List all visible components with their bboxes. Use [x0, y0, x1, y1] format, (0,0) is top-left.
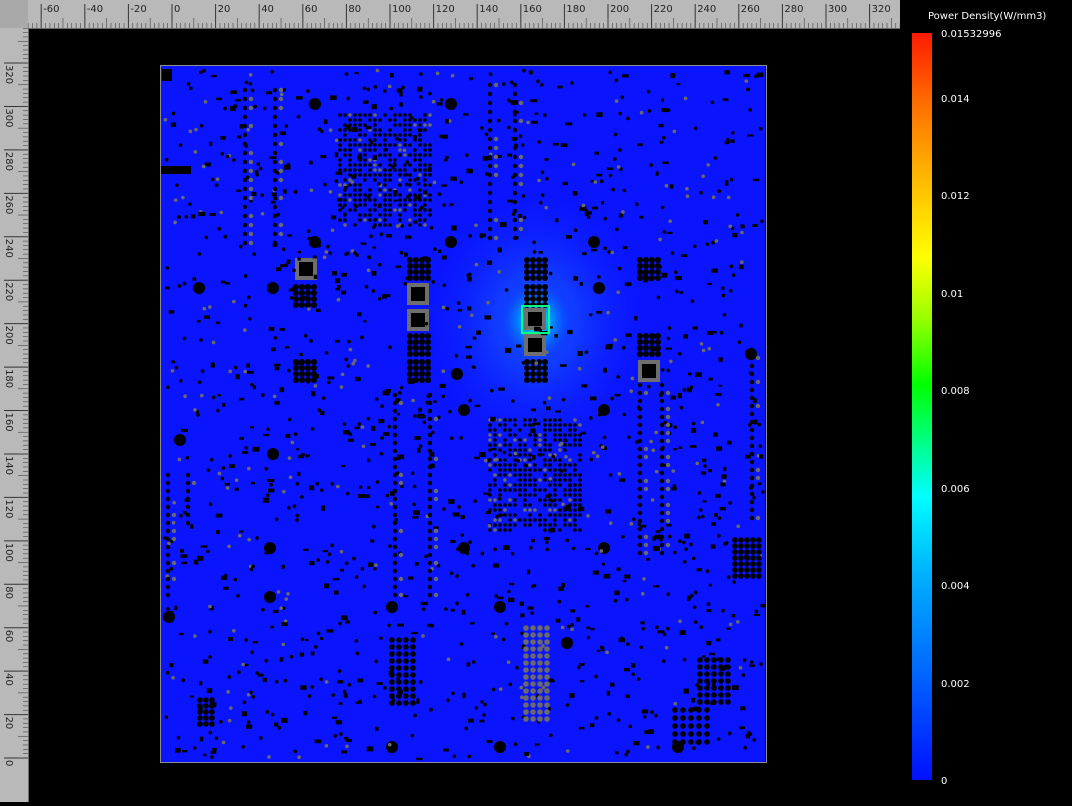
ruler-label: 120 [436, 4, 455, 15]
ruler-label: 240 [697, 4, 716, 15]
ruler-corner [0, 0, 28, 28]
ruler-label: 200 [610, 4, 629, 15]
ruler-label: 60 [3, 630, 14, 643]
legend-tick-label: 0.012 [941, 191, 970, 202]
ruler-label: 60 [305, 4, 318, 15]
ruler-label: 80 [348, 4, 361, 15]
ruler-label: 280 [3, 152, 14, 171]
ruler-left[interactable]: 320 300 280 260 240 220 200 180 160 140 120 100 80 60… [0, 19, 29, 802]
ruler-top-scale: -60 -40 -20 0 20 40 60 80 100 120 140 160 180 200 220 2… [19, 4, 901, 28]
legend-tick-label: 0.006 [941, 484, 970, 495]
ruler-label: 0 [3, 760, 14, 766]
power-density-colorbar [912, 33, 932, 780]
ruler-label: 320 [872, 4, 891, 15]
ruler-label: 280 [784, 4, 803, 15]
legend-tick-label: 0.014 [941, 94, 970, 105]
legend-max-label: 0.01532996 [941, 29, 1002, 40]
ruler-label: -60 [43, 4, 59, 15]
ruler-label: 200 [3, 326, 14, 345]
ruler-label: 180 [3, 369, 14, 388]
legend-tick-label: 0.002 [941, 679, 970, 690]
ruler-label: 80 [3, 586, 14, 599]
legend-tick-label: 0.004 [941, 581, 970, 592]
ruler-label: 120 [3, 499, 14, 518]
ruler-label: -20 [130, 4, 146, 15]
ruler-label: 320 [3, 65, 14, 84]
ruler-label: 260 [3, 195, 14, 214]
ruler-label: 260 [741, 4, 760, 15]
simulation-viewport[interactable] [29, 29, 900, 802]
ruler-label: 240 [3, 239, 14, 258]
ruler-top[interactable]: -60 -40 -20 0 20 40 60 80 100 120 140 160 180 200 220 2… [0, 0, 901, 29]
ruler-label: 180 [566, 4, 585, 15]
ruler-label: 40 [3, 673, 14, 686]
ruler-label: 40 [261, 4, 274, 15]
ruler-label: 20 [218, 4, 231, 15]
legend-tick-label: 0 [941, 776, 948, 787]
ruler-label: 220 [654, 4, 673, 15]
ruler-label: 100 [3, 543, 14, 562]
legend-title: Power Density(W/mm3) [928, 11, 1047, 22]
ruler-label: 140 [479, 4, 498, 15]
ruler-label: 160 [523, 4, 542, 15]
ruler-label: 0 [174, 4, 180, 15]
legend-tick-label: 0.008 [941, 386, 970, 397]
ruler-label: 300 [3, 108, 14, 127]
ruler-label: 300 [828, 4, 847, 15]
ruler-label: 160 [3, 413, 14, 432]
legend-tick-label: 0.01 [941, 289, 964, 300]
ruler-label: 100 [392, 4, 411, 15]
ruler-left-scale: 3203002802602402202001801601401201008060… [3, 19, 28, 766]
ruler-label: 140 [3, 456, 14, 475]
ruler-label: -40 [87, 4, 103, 15]
ruler-label: 20 [3, 717, 14, 730]
board-outline [160, 65, 767, 763]
ruler-label: 220 [3, 282, 14, 301]
